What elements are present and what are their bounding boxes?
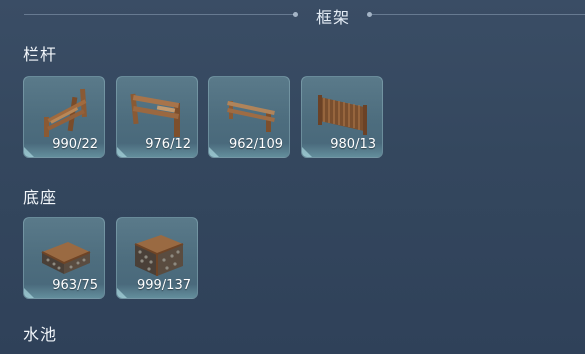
item-count: 962/109	[228, 137, 283, 152]
category-label-railing: 栏杆	[23, 45, 58, 64]
item-slot-railing-1[interactable]: 990/22	[23, 76, 105, 158]
item-corner-marker	[117, 288, 127, 298]
section-header: 框架	[0, 0, 585, 30]
double-rail-wood-fence-icon	[130, 93, 180, 137]
item-corner-marker	[302, 147, 312, 157]
item-slot-railing-4[interactable]: 980/13	[301, 76, 383, 158]
woven-panel-fence-icon	[318, 95, 367, 135]
header-divider-dot-left	[293, 12, 298, 17]
section-title: 框架	[315, 8, 350, 27]
category-label-base: 底座	[23, 188, 58, 207]
item-corner-marker	[24, 147, 34, 157]
low-rail-fence-icon	[227, 101, 275, 132]
item-count: 976/12	[145, 137, 191, 152]
item-slot-railing-2[interactable]: 976/12	[116, 76, 198, 158]
low-wood-stone-base-icon	[41, 242, 91, 274]
item-corner-marker	[24, 288, 34, 298]
item-count: 999/137	[136, 278, 191, 293]
item-slot-base-2[interactable]: 999/137	[116, 217, 198, 299]
item-count: 990/22	[52, 137, 98, 152]
category-label-pool: 水池	[23, 325, 58, 344]
item-corner-marker	[209, 147, 219, 157]
item-corner-marker	[117, 147, 127, 157]
tall-wood-stone-base-icon	[134, 235, 184, 276]
item-count: 963/75	[52, 278, 98, 293]
header-divider-left	[24, 14, 294, 15]
slanted-log-fence-icon	[44, 88, 87, 137]
item-slot-railing-3[interactable]: 962/109	[208, 76, 290, 158]
item-slot-base-1[interactable]: 963/75	[23, 217, 105, 299]
item-count: 980/13	[330, 137, 376, 152]
header-divider-right	[372, 14, 585, 15]
